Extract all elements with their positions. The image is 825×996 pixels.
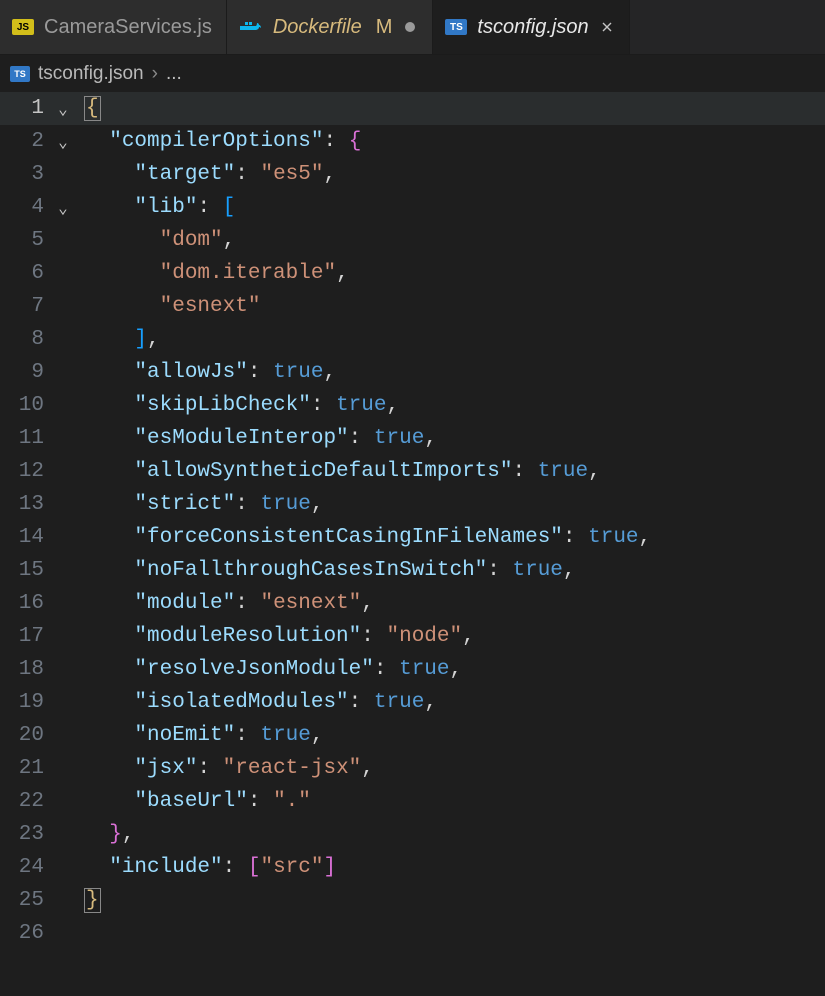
ts-icon: TS: [445, 19, 467, 35]
line-number: 12: [0, 460, 50, 483]
code-line[interactable]: 17 "moduleResolution": "node",: [0, 620, 825, 653]
code-text: "target": "es5",: [76, 163, 336, 186]
code-text: "skipLibCheck": true,: [76, 394, 399, 417]
dirty-dot-icon[interactable]: [402, 19, 418, 35]
code-line[interactable]: 6 "dom.iterable",: [0, 257, 825, 290]
line-number: 14: [0, 526, 50, 549]
tab-bar: JS CameraServices.js Dockerfile M TS tsc…: [0, 0, 825, 54]
code-line[interactable]: 9 "allowJs": true,: [0, 356, 825, 389]
line-number: 13: [0, 493, 50, 516]
line-number: 18: [0, 658, 50, 681]
line-number: 25: [0, 889, 50, 912]
code-line[interactable]: 14 "forceConsistentCasingInFileNames": t…: [0, 521, 825, 554]
code-line[interactable]: 7 "esnext": [0, 290, 825, 323]
line-number: 26: [0, 922, 50, 945]
tab-tsconfig[interactable]: TS tsconfig.json: [433, 0, 629, 54]
line-number: 21: [0, 757, 50, 780]
code-line[interactable]: 8 ],: [0, 323, 825, 356]
code-text: "moduleResolution": "node",: [76, 625, 475, 648]
fold-toggle-icon[interactable]: ⌄: [50, 132, 76, 152]
line-number: 2: [0, 130, 50, 153]
code-line[interactable]: 15 "noFallthroughCasesInSwitch": true,: [0, 554, 825, 587]
breadcrumb-file: tsconfig.json: [38, 63, 144, 85]
tab-dockerfile[interactable]: Dockerfile M: [227, 0, 434, 54]
fold-toggle-icon[interactable]: ⌄: [50, 99, 76, 119]
code-text: "allowSyntheticDefaultImports": true,: [76, 460, 601, 483]
code-text: {: [76, 96, 101, 121]
line-number: 16: [0, 592, 50, 615]
code-text: "dom",: [76, 229, 235, 252]
code-editor[interactable]: 1⌄{2⌄ "compilerOptions": {3 "target": "e…: [0, 92, 825, 996]
code-line[interactable]: 21 "jsx": "react-jsx",: [0, 752, 825, 785]
code-text: ],: [76, 328, 160, 351]
code-line[interactable]: 19 "isolatedModules": true,: [0, 686, 825, 719]
line-number: 15: [0, 559, 50, 582]
tab-cameraservices[interactable]: JS CameraServices.js: [0, 0, 227, 54]
code-text: "strict": true,: [76, 493, 324, 516]
code-text: "compilerOptions": {: [76, 130, 361, 153]
fold-toggle-icon[interactable]: ⌄: [50, 198, 76, 218]
code-line[interactable]: 16 "module": "esnext",: [0, 587, 825, 620]
line-number: 9: [0, 361, 50, 384]
code-line[interactable]: 23 },: [0, 818, 825, 851]
modified-indicator: M: [376, 16, 393, 39]
code-text: "esModuleInterop": true,: [76, 427, 437, 450]
code-line[interactable]: 12 "allowSyntheticDefaultImports": true,: [0, 455, 825, 488]
code-line[interactable]: 25}: [0, 884, 825, 917]
code-line[interactable]: 18 "resolveJsonModule": true,: [0, 653, 825, 686]
code-line[interactable]: 1⌄{: [0, 92, 825, 125]
code-line[interactable]: 24 "include": ["src"]: [0, 851, 825, 884]
code-text: "resolveJsonModule": true,: [76, 658, 462, 681]
code-text: "forceConsistentCasingInFileNames": true…: [76, 526, 651, 549]
code-text: "include": ["src"]: [76, 856, 336, 879]
line-number: 10: [0, 394, 50, 417]
line-number: 8: [0, 328, 50, 351]
close-icon[interactable]: [599, 19, 615, 35]
code-line[interactable]: 5 "dom",: [0, 224, 825, 257]
code-text: "lib": [: [76, 196, 235, 219]
code-line[interactable]: 26: [0, 917, 825, 950]
line-number: 24: [0, 856, 50, 879]
line-number: 7: [0, 295, 50, 318]
line-number: 4: [0, 196, 50, 219]
code-text: "baseUrl": ".": [76, 790, 311, 813]
line-number: 11: [0, 427, 50, 450]
chevron-right-icon: ›: [152, 63, 158, 85]
code-line[interactable]: 2⌄ "compilerOptions": {: [0, 125, 825, 158]
line-number: 19: [0, 691, 50, 714]
tab-label: tsconfig.json: [477, 16, 588, 39]
line-number: 23: [0, 823, 50, 846]
line-number: 20: [0, 724, 50, 747]
tab-label: Dockerfile: [273, 16, 362, 39]
code-text: "noFallthroughCasesInSwitch": true,: [76, 559, 576, 582]
code-line[interactable]: 20 "noEmit": true,: [0, 719, 825, 752]
code-line[interactable]: 22 "baseUrl": ".": [0, 785, 825, 818]
tab-label: CameraServices.js: [44, 16, 212, 39]
ts-icon: TS: [10, 66, 30, 82]
code-line[interactable]: 3 "target": "es5",: [0, 158, 825, 191]
breadcrumb[interactable]: TS tsconfig.json › ...: [0, 54, 825, 92]
code-text: "allowJs": true,: [76, 361, 336, 384]
line-number: 22: [0, 790, 50, 813]
breadcrumb-rest: ...: [166, 63, 182, 85]
docker-icon: [239, 18, 263, 36]
line-number: 17: [0, 625, 50, 648]
line-number: 3: [0, 163, 50, 186]
code-text: "module": "esnext",: [76, 592, 374, 615]
code-text: "esnext": [76, 295, 260, 318]
js-icon: JS: [12, 19, 34, 35]
code-text: "noEmit": true,: [76, 724, 324, 747]
line-number: 5: [0, 229, 50, 252]
code-line[interactable]: 4⌄ "lib": [: [0, 191, 825, 224]
line-number: 6: [0, 262, 50, 285]
line-number: 1: [0, 97, 50, 120]
code-text: "jsx": "react-jsx",: [76, 757, 374, 780]
code-text: "dom.iterable",: [76, 262, 349, 285]
code-line[interactable]: 13 "strict": true,: [0, 488, 825, 521]
code-text: },: [76, 823, 134, 846]
code-line[interactable]: 11 "esModuleInterop": true,: [0, 422, 825, 455]
code-line[interactable]: 10 "skipLibCheck": true,: [0, 389, 825, 422]
code-text: }: [76, 888, 101, 913]
code-text: "isolatedModules": true,: [76, 691, 437, 714]
